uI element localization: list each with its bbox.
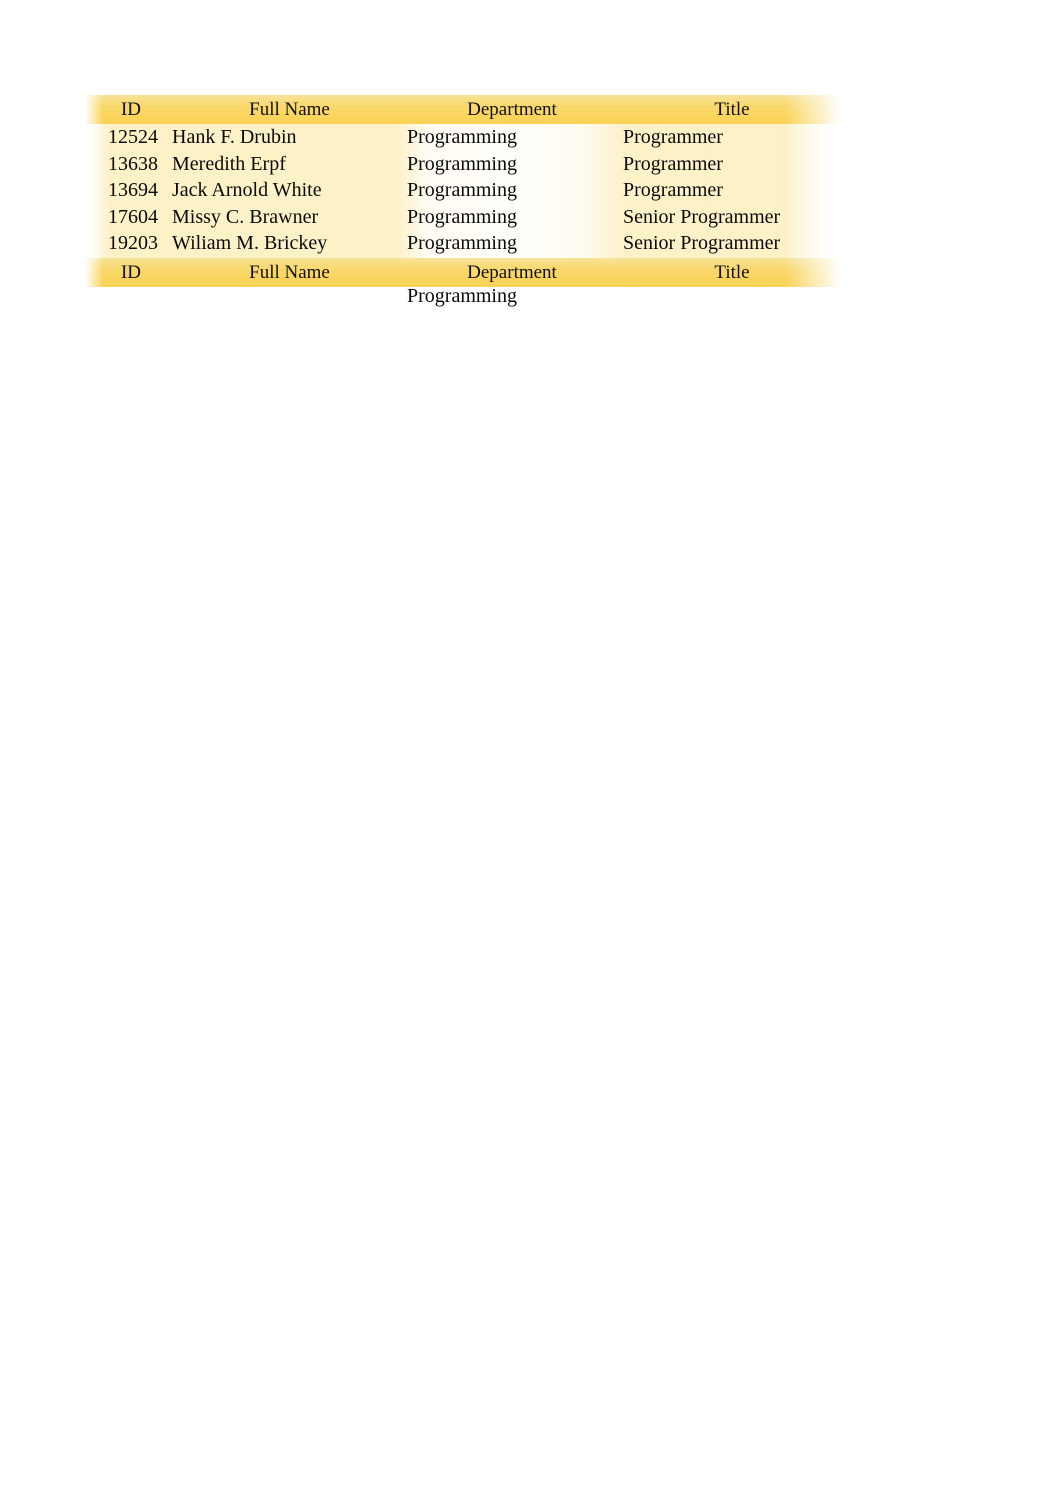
table-row: 17604 Missy C. Brawner Programming Senio… <box>85 204 845 231</box>
cell-title: Programmer <box>623 152 723 175</box>
header-cell-id: ID <box>120 99 142 120</box>
cell-title: Programmer <box>623 126 723 148</box>
header-cell-full-name: Full Name <box>249 99 330 120</box>
table-row: 19203 Wiliam M. Brickey Programming Seni… <box>85 230 845 257</box>
cell-full-name: Hank F. Drubin <box>172 126 297 148</box>
cell-department: Programming <box>407 179 517 201</box>
cell-title: Senior Programmer <box>623 205 781 228</box>
footer-header-cell-full-name: Full Name <box>249 262 330 283</box>
table-row: 12524 Hank F. Drubin Programming Program… <box>85 124 845 151</box>
cell-title: Senior Programmer <box>623 232 781 254</box>
cell-id: 13694 <box>108 179 158 201</box>
table-header-row: ID Full Name Department Title <box>85 96 845 123</box>
footer-header-cell-title: Title <box>714 262 750 283</box>
cell-full-name: Meredith Erpf <box>172 152 286 175</box>
cell-full-name: Jack Arnold White <box>172 179 322 201</box>
trailing-cell-title <box>623 283 841 310</box>
table-row: 13694 Jack Arnold White Programming Prog… <box>85 177 845 204</box>
cell-title: Programmer <box>623 179 723 201</box>
cell-department: Programming <box>407 205 517 228</box>
footer-header-cell-id: ID <box>120 262 142 283</box>
footer-header-cell-department: Department <box>467 262 557 283</box>
cell-department: Programming <box>407 232 517 254</box>
cell-id: 19203 <box>108 232 158 254</box>
cell-full-name: Wiliam M. Brickey <box>172 232 328 254</box>
trailing-cell-full-name <box>172 283 402 310</box>
table-row: 13638 Meredith Erpf Programming Programm… <box>85 151 845 178</box>
employee-report-table: ID Full Name Department Title 12524 Hank… <box>85 92 845 314</box>
cell-id: 17604 <box>108 205 158 228</box>
trailing-cell-id <box>85 283 158 310</box>
cell-department: Programming <box>407 126 517 148</box>
table-footer-header-row: ID Full Name Department Title <box>85 259 845 286</box>
trailing-cell-department: Programming <box>407 285 517 307</box>
table-trailing-row: Programming <box>85 283 845 310</box>
cell-department: Programming <box>407 152 517 175</box>
cell-id: 12524 <box>108 126 158 148</box>
cell-id: 13638 <box>108 152 158 175</box>
header-cell-title: Title <box>714 99 750 120</box>
cell-full-name: Missy C. Brawner <box>172 205 319 228</box>
header-cell-department: Department <box>467 99 557 120</box>
